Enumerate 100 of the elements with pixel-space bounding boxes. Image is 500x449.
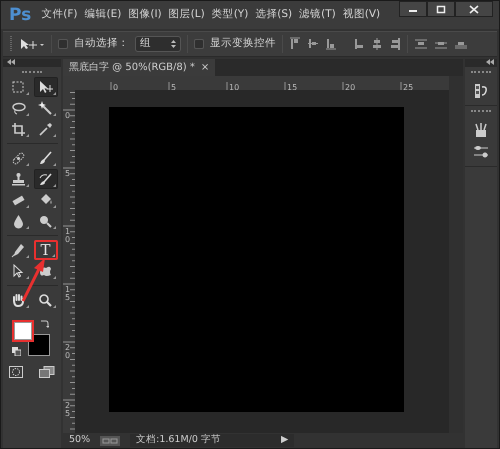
ruler-label: 20 (65, 343, 70, 360)
corner-triangle-icon (26, 134, 28, 137)
menu-item[interactable]: 图像(I) (128, 7, 162, 23)
close-button[interactable] (455, 1, 493, 17)
ruler-label: 0 (113, 82, 118, 92)
ruler-label: 25 (403, 82, 414, 92)
annotation-arrow (22, 258, 45, 302)
zoom-icon[interactable] (38, 292, 53, 308)
maximize-icon[interactable] (436, 4, 446, 14)
ruler-label: 10 (65, 227, 70, 244)
menu-item[interactable]: 文件(F) (41, 7, 78, 23)
distribute-icon[interactable] (414, 37, 428, 51)
corner-triangle-icon (52, 92, 56, 95)
ruler-label: 15 (65, 285, 70, 302)
magic-wand-icon[interactable] (38, 100, 53, 116)
menu-item[interactable]: 编辑(E) (84, 7, 122, 23)
menu-item[interactable]: 选择(S) (255, 7, 292, 23)
checkbox[interactable] (194, 39, 204, 49)
tool-preset-picker[interactable] (19, 38, 45, 50)
ruler-label: 5 (171, 82, 176, 92)
history-brush-icon[interactable] (38, 172, 53, 186)
menu-item[interactable]: 视图(V) (342, 7, 380, 23)
ruler-label: 0 (65, 111, 70, 120)
ruler-label: 15 (287, 82, 298, 92)
history-brush-tool[interactable] (34, 169, 58, 189)
collapse-icon[interactable] (7, 59, 15, 65)
pen-icon[interactable] (11, 242, 26, 258)
tab-close-button[interactable]: × (200, 60, 210, 75)
crop-icon[interactable] (11, 122, 26, 136)
marquee-icon[interactable] (11, 80, 26, 94)
background-color-swatch[interactable] (28, 334, 50, 356)
lasso-icon[interactable] (11, 100, 26, 116)
corner-triangle-icon (26, 163, 28, 166)
corner-triangle-icon (26, 226, 28, 229)
corner-triangle-icon (52, 113, 56, 116)
checkbox[interactable] (58, 39, 68, 49)
corner-triangle-icon (26, 184, 28, 187)
corner-triangle-icon (52, 184, 56, 187)
move-icon[interactable] (38, 80, 53, 94)
drop-icon[interactable] (11, 214, 26, 228)
maximize-button[interactable] (427, 1, 455, 17)
corner-triangle-icon (26, 255, 28, 258)
bandage-icon[interactable] (11, 150, 26, 166)
menu-item[interactable]: 图层(L) (168, 7, 205, 23)
menu-item[interactable]: 滤镜(T) (299, 7, 336, 23)
move-tool[interactable] (34, 77, 58, 97)
checkbox-label: 显示变换控件 (210, 36, 276, 52)
hand-icon[interactable] (11, 292, 26, 308)
minimize-button[interactable] (399, 1, 427, 17)
stamp-icon[interactable] (11, 172, 26, 186)
status-menu-button[interactable]: ▶ (280, 433, 288, 448)
dodge-icon[interactable] (38, 214, 53, 228)
custom-shape-icon[interactable] (38, 264, 53, 278)
panel-grip[interactable] (471, 71, 491, 74)
status-icon (100, 436, 120, 446)
corner-triangle-icon (52, 254, 54, 257)
checkbox-label: 自动选择： (74, 36, 129, 52)
selection-arrow-icon[interactable] (11, 264, 26, 278)
panel-grip[interactable] (9, 36, 13, 52)
panel-grip[interactable] (22, 71, 42, 74)
ruler-label: 5 (65, 169, 70, 178)
app-logo: Ps (9, 6, 32, 24)
default-colors-icon[interactable] (12, 347, 21, 356)
dropdown[interactable]: 组 (135, 36, 181, 52)
brushes-panel-icon[interactable] (473, 122, 489, 138)
ruler-label: 10 (229, 82, 240, 92)
align-icon[interactable] (307, 37, 319, 51)
corner-triangle-icon (52, 205, 56, 208)
collapse-icon[interactable] (486, 59, 494, 65)
align-icon[interactable] (389, 37, 401, 51)
type-tool[interactable]: T (34, 240, 58, 260)
corner-triangle-icon (52, 276, 56, 279)
zoom-level[interactable]: 50% (69, 433, 90, 448)
history-panel-icon[interactable] (473, 83, 489, 99)
screen-mode-icon[interactable] (39, 366, 55, 378)
foreground-color-swatch[interactable] (12, 320, 34, 342)
align-icon[interactable] (353, 37, 365, 51)
align-icon[interactable] (371, 37, 383, 51)
corner-triangle-icon (52, 305, 56, 308)
tool-presets-icon[interactable] (473, 144, 489, 160)
quick-mask-icon[interactable] (9, 366, 23, 378)
corner-triangle-icon (26, 92, 28, 95)
panel-grip[interactable] (471, 110, 491, 113)
align-icon[interactable] (289, 37, 301, 51)
corner-triangle-icon (52, 134, 56, 137)
corner-triangle-icon (26, 205, 28, 208)
align-icon[interactable] (325, 37, 337, 51)
corner-triangle-icon (26, 276, 28, 279)
swap-colors-icon[interactable] (40, 319, 49, 328)
brush-icon[interactable] (38, 150, 53, 166)
corner-triangle-icon (52, 226, 56, 229)
close-icon[interactable] (469, 4, 479, 14)
ruler-label: 25 (65, 401, 70, 418)
document-tab[interactable]: 黑底白字 @ 50%(RGB/8) * × (63, 59, 216, 76)
ruler-label: 20 (345, 82, 356, 92)
menu-item[interactable]: 类型(Y) (212, 7, 248, 23)
corner-triangle-icon (52, 163, 56, 166)
spinner-arrows-icon[interactable] (171, 40, 176, 48)
eraser-icon[interactable] (11, 192, 26, 208)
eyedropper-icon[interactable] (38, 122, 53, 136)
